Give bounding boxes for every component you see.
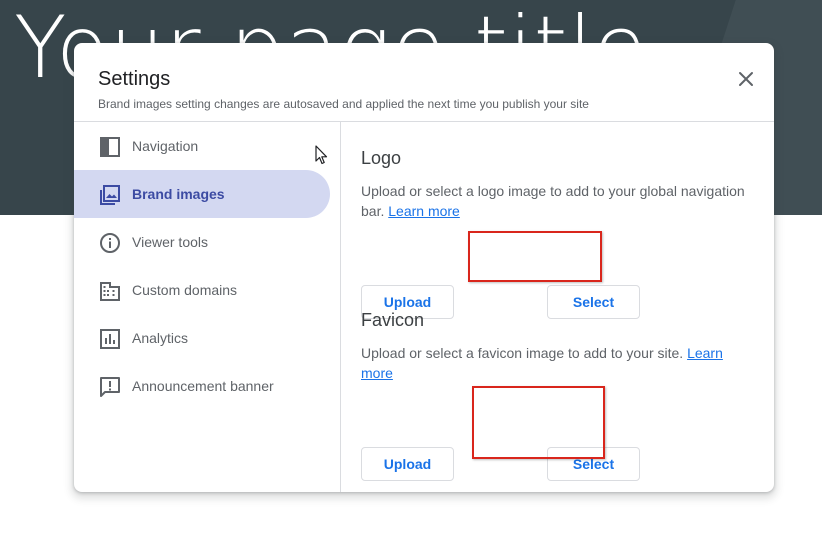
favicon-select-highlight <box>472 386 605 459</box>
dialog-title: Settings <box>98 68 171 90</box>
sidebar-item-label: Viewer tools <box>132 234 209 250</box>
mouse-pointer-icon <box>315 145 328 165</box>
sidebar-item-label: Navigation <box>132 138 199 154</box>
bar-chart-icon <box>100 329 120 349</box>
sidebar-item-analytics[interactable]: Analytics <box>74 314 330 362</box>
image-icon <box>100 185 120 205</box>
settings-sidebar: Navigation Brand images Viewer tools Cus… <box>74 122 341 492</box>
settings-dialog: Settings Brand images setting changes ar… <box>74 43 774 492</box>
dialog-header: Settings Brand images setting changes ar… <box>74 43 774 122</box>
sidebar-item-label: Custom domains <box>132 282 238 298</box>
close-button[interactable] <box>730 63 762 95</box>
sidebar-item-label: Analytics <box>132 330 189 346</box>
info-icon <box>100 233 120 253</box>
sidebar-item-announcement-banner[interactable]: Announcement banner <box>74 362 330 410</box>
sidebar-item-label: Brand images <box>132 186 225 202</box>
navigation-panel-icon <box>100 137 120 157</box>
logo-learn-more-link[interactable]: Learn more <box>388 203 460 219</box>
dialog-subtitle: Brand images setting changes are autosav… <box>98 97 589 111</box>
sidebar-item-brand-images[interactable]: Brand images <box>74 170 330 218</box>
logo-section-title: Logo <box>361 148 402 168</box>
logo-select-highlight <box>468 231 602 282</box>
sidebar-item-label: Announcement banner <box>132 378 274 394</box>
favicon-description-text: Upload or select a favicon image to add … <box>361 345 684 361</box>
favicon-description: Upload or select a favicon image to add … <box>361 343 741 383</box>
building-icon <box>100 282 120 301</box>
favicon-upload-button[interactable]: Upload <box>361 447 454 481</box>
announcement-icon <box>100 377 120 397</box>
logo-description: Upload or select a logo image to add to … <box>361 181 771 221</box>
sidebar-item-viewer-tools[interactable]: Viewer tools <box>74 218 330 266</box>
close-icon <box>739 72 753 86</box>
logo-select-button[interactable]: Select <box>547 285 640 319</box>
sidebar-item-navigation[interactable]: Navigation <box>74 122 330 170</box>
favicon-section-title: Favicon <box>361 310 425 330</box>
sidebar-item-custom-domains[interactable]: Custom domains <box>74 266 330 314</box>
